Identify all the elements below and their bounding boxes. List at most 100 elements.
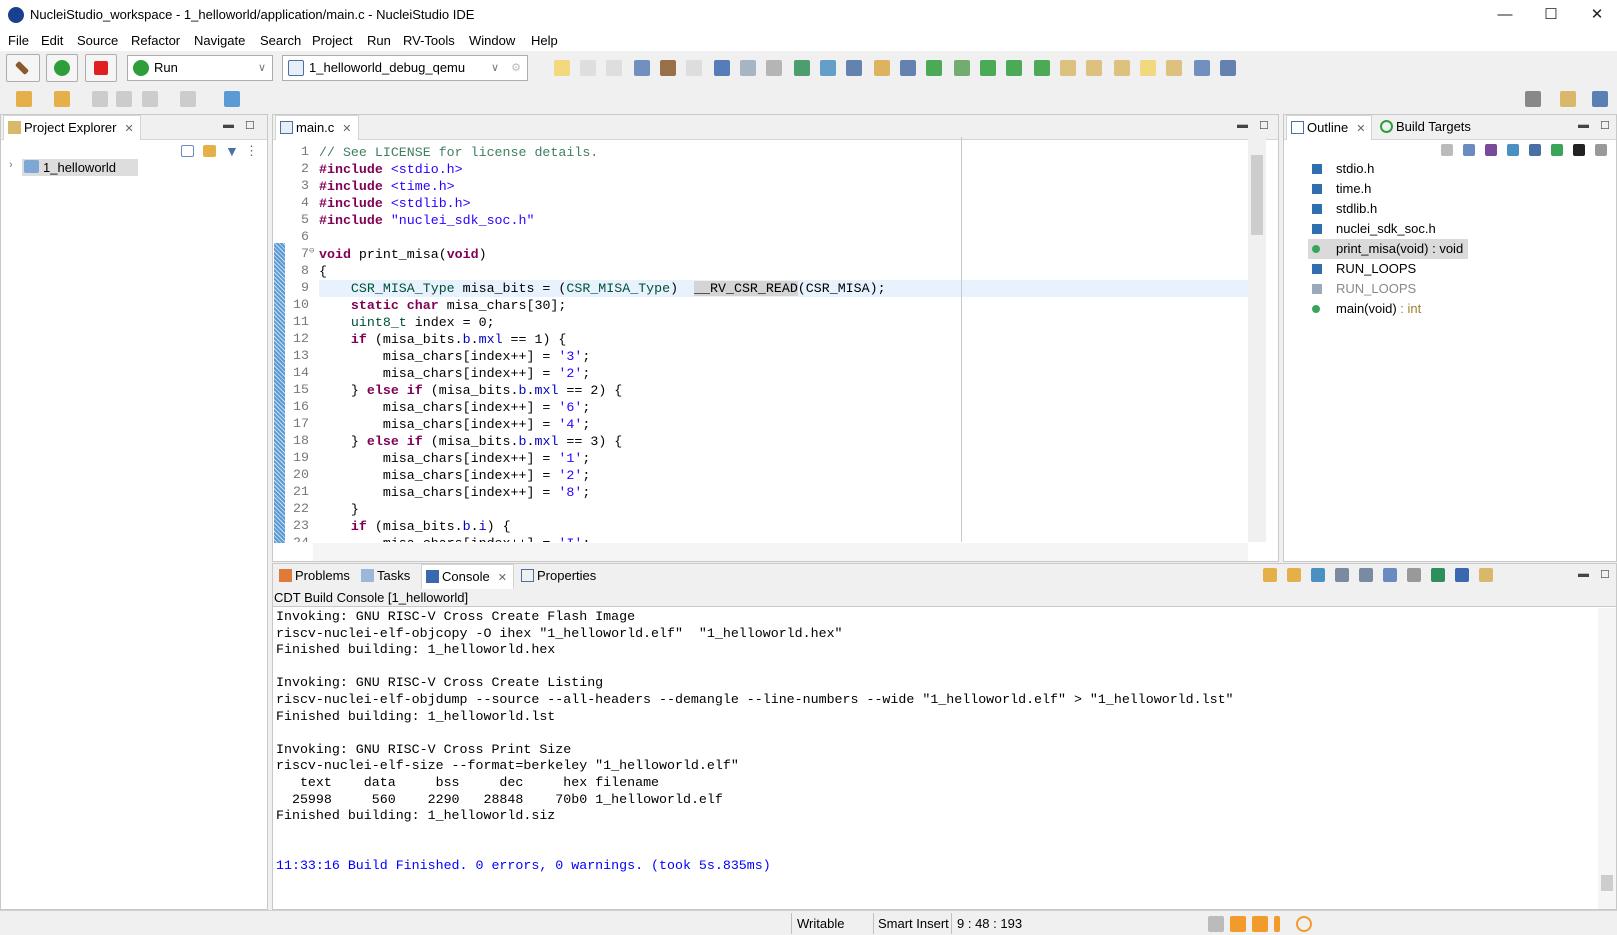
- menu-help[interactable]: Help: [531, 33, 558, 48]
- maximize-view-icon[interactable]: ☐: [1600, 119, 1610, 132]
- hide-nonpublic-icon[interactable]: [1529, 144, 1541, 156]
- outline-item[interactable]: RUN_LOOPS: [1284, 279, 1616, 299]
- minimize-view-icon[interactable]: ▬: [1578, 119, 1589, 131]
- code-editor[interactable]: 1 // See LICENSE for license details. 2 #in…: [273, 142, 1260, 542]
- open-console-icon[interactable]: [1479, 568, 1493, 582]
- search-icon[interactable]: [1525, 91, 1541, 107]
- book-icon[interactable]: [1230, 916, 1246, 932]
- outline-item[interactable]: RUN_LOOPS: [1284, 259, 1616, 279]
- pin-console-icon[interactable]: [1431, 568, 1445, 582]
- c-perspective-icon[interactable]: [1592, 91, 1608, 107]
- close-button[interactable]: ✕: [1582, 4, 1612, 26]
- new-source-icon[interactable]: [900, 60, 916, 76]
- remove-launch-icon[interactable]: [1407, 568, 1421, 582]
- edit-marker-icon[interactable]: [224, 91, 240, 107]
- open-folder-icon[interactable]: [1060, 60, 1076, 76]
- launch-configuration-select[interactable]: 1_helloworld_debug_qemu ∨ ⚙: [282, 55, 528, 81]
- scrollbar-thumb[interactable]: [1601, 875, 1613, 891]
- back-nav-icon[interactable]: [92, 91, 108, 107]
- tab-console[interactable]: Console ✕: [421, 564, 514, 589]
- debug-icon[interactable]: [954, 60, 970, 76]
- forward-nav-icon[interactable]: [116, 91, 132, 107]
- notification-icon[interactable]: [1208, 916, 1224, 932]
- tab-properties[interactable]: Properties: [517, 564, 602, 589]
- new-class-icon[interactable]: [926, 60, 942, 76]
- vertical-scrollbar[interactable]: [1248, 137, 1266, 542]
- horizontal-scrollbar[interactable]: [313, 543, 1248, 561]
- display-console-icon[interactable]: [1455, 568, 1469, 582]
- outline-item[interactable]: time.h: [1284, 179, 1616, 199]
- scroll-lock-icon[interactable]: [1359, 568, 1373, 582]
- menu-project[interactable]: Project: [312, 33, 352, 48]
- scrollbar-thumb[interactable]: [1251, 155, 1263, 235]
- forward-icon[interactable]: [180, 91, 196, 107]
- menu-refactor[interactable]: Refactor: [131, 33, 180, 48]
- launch-button[interactable]: [46, 54, 78, 82]
- step-into-icon[interactable]: [16, 91, 32, 107]
- hide-members-icon[interactable]: [1551, 144, 1563, 156]
- target-icon[interactable]: [634, 60, 650, 76]
- pipeline-icon[interactable]: [820, 60, 836, 76]
- tab-tasks[interactable]: Tasks: [357, 564, 416, 589]
- save-icon[interactable]: [580, 60, 596, 76]
- fold-toggle-icon[interactable]: ⊖: [309, 246, 314, 256]
- launch-mode-select[interactable]: Run ∨: [127, 55, 273, 81]
- build-hammer-icon[interactable]: [660, 60, 676, 76]
- search-tool-icon[interactable]: [740, 60, 756, 76]
- outline-item[interactable]: print_misa(void) : void: [1284, 239, 1616, 259]
- save-all-icon[interactable]: [606, 60, 622, 76]
- tab-problems[interactable]: Problems: [275, 564, 356, 589]
- menu-source[interactable]: Source: [77, 33, 118, 48]
- minimize-view-icon[interactable]: ▬: [1578, 568, 1589, 580]
- outline-item[interactable]: stdlib.h: [1284, 199, 1616, 219]
- hide-macros-icon[interactable]: [1573, 144, 1585, 156]
- terminal-icon[interactable]: [714, 60, 730, 76]
- minimize-view-icon[interactable]: ▬: [1237, 119, 1248, 131]
- pilcrow-icon[interactable]: [1220, 60, 1236, 76]
- insert-mode-status[interactable]: Smart Insert: [878, 916, 949, 931]
- close-icon[interactable]: ✕: [124, 123, 133, 135]
- profile-icon[interactable]: [1034, 60, 1050, 76]
- refresh-icon[interactable]: [766, 60, 782, 76]
- hide-fields-icon[interactable]: [1441, 144, 1453, 156]
- close-icon[interactable]: ✕: [498, 572, 507, 584]
- tutorial-icon[interactable]: [1252, 916, 1268, 932]
- outline-item[interactable]: stdio.h: [1284, 159, 1616, 179]
- run-icon[interactable]: [980, 60, 996, 76]
- show-on-output-icon[interactable]: [1383, 568, 1397, 582]
- build-button[interactable]: [6, 54, 40, 82]
- maximize-view-icon[interactable]: ☐: [245, 119, 255, 132]
- maximize-button[interactable]: ☐: [1536, 4, 1566, 26]
- maximize-view-icon[interactable]: ☐: [1259, 119, 1269, 132]
- menu-search[interactable]: Search: [260, 33, 301, 48]
- open-perspective-icon[interactable]: [1560, 91, 1576, 107]
- minimize-view-icon[interactable]: ▬: [223, 119, 234, 131]
- menu-file[interactable]: File: [8, 33, 29, 48]
- console-scrollbar[interactable]: [1598, 608, 1616, 909]
- menu-window[interactable]: Window: [469, 33, 515, 48]
- minimize-button[interactable]: —: [1490, 4, 1520, 26]
- menu-run[interactable]: Run: [367, 33, 391, 48]
- chevron-right-icon[interactable]: ›: [9, 159, 13, 171]
- magic-wand-icon[interactable]: [1274, 916, 1280, 932]
- binary-icon[interactable]: [686, 60, 702, 76]
- hide-static-icon[interactable]: [1507, 144, 1519, 156]
- clear-console-icon[interactable]: [1335, 568, 1349, 582]
- gear-icon[interactable]: ⚙: [511, 56, 521, 80]
- tab-project-explorer[interactable]: Project Explorer ✕: [3, 115, 141, 140]
- outline-item[interactable]: nuclei_sdk_soc.h: [1284, 219, 1616, 239]
- close-icon[interactable]: ✕: [342, 123, 351, 135]
- step-return-icon[interactable]: [54, 91, 70, 107]
- sort-icon[interactable]: [1485, 144, 1497, 156]
- outline-item[interactable]: main(void) : int: [1284, 299, 1616, 319]
- menu-navigate[interactable]: Navigate: [194, 33, 245, 48]
- help-icon[interactable]: [1296, 916, 1312, 932]
- block-icon[interactable]: [1194, 60, 1210, 76]
- scroll-lock-up-icon[interactable]: [1287, 568, 1301, 582]
- back-icon[interactable]: [142, 91, 158, 107]
- console-output[interactable]: Invoking: GNU RISC-V Cross Create Flash …: [273, 608, 1598, 909]
- tab-main-c[interactable]: main.c ✕: [275, 115, 359, 140]
- tab-outline[interactable]: Outline ✕: [1286, 115, 1373, 140]
- close-icon[interactable]: ✕: [1356, 123, 1365, 135]
- collapse-all-icon[interactable]: [181, 145, 194, 157]
